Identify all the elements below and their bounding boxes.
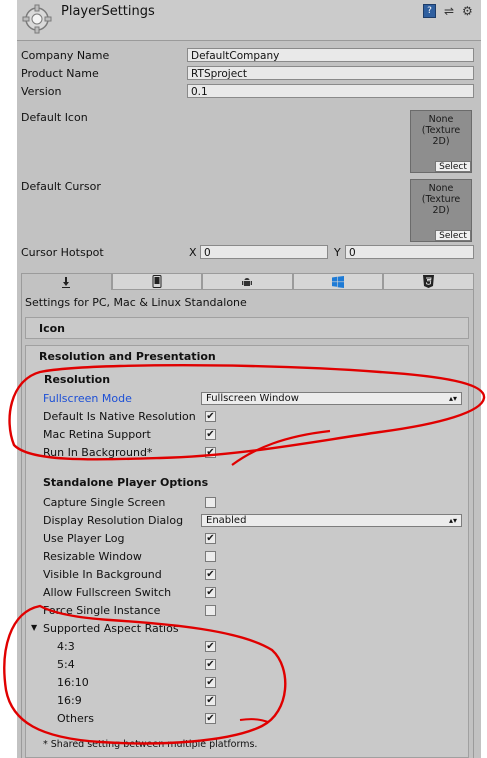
supported-aspect-ratios-label[interactable]: Supported Aspect Ratios [43, 622, 179, 635]
default-icon-texture-slot[interactable]: None (Texture 2D) Select [410, 110, 472, 173]
force-single-instance-checkbox[interactable] [205, 605, 216, 616]
aspect-4-3-label: 4:3 [57, 640, 75, 653]
aspect-16-9-label: 16:9 [57, 694, 82, 707]
force-single-instance-label: Force Single Instance [43, 604, 161, 617]
default-cursor-select-button[interactable]: Select [435, 230, 471, 241]
aspect-4-3-checkbox[interactable]: ✔ [205, 641, 216, 652]
aspect-5-4-checkbox[interactable]: ✔ [205, 659, 216, 670]
mobile-phone-icon [152, 275, 162, 288]
product-name-label: Product Name [21, 67, 99, 80]
display-resolution-dialog-label: Display Resolution Dialog [43, 514, 184, 527]
resolution-subsection-title: Resolution [44, 373, 111, 386]
shared-setting-footnote: * Shared setting between multiple platfo… [43, 739, 258, 750]
aspect-others-checkbox[interactable]: ✔ [205, 713, 216, 724]
foldout-arrow-icon[interactable]: ▼ [31, 623, 37, 632]
aspect-others-label: Others [57, 712, 94, 725]
icon-section[interactable]: Icon [25, 317, 469, 339]
tab-webgl[interactable] [383, 273, 474, 290]
tab-ios[interactable] [111, 273, 203, 290]
default-cursor-label: Default Cursor [21, 180, 101, 193]
capture-single-screen-label: Capture Single Screen [43, 496, 166, 509]
hotspot-x-label: X [189, 246, 197, 259]
aspect-16-9-checkbox[interactable]: ✔ [205, 695, 216, 706]
help-book-icon[interactable]: ? [423, 4, 436, 18]
tab-android[interactable] [202, 273, 293, 290]
aspect-16-10-checkbox[interactable]: ✔ [205, 677, 216, 688]
resizable-window-label: Resizable Window [43, 550, 142, 563]
hotspot-x-field[interactable]: 0 [200, 245, 328, 259]
player-settings-window: PlayerSettings ? ⇌ ⚙ Company Name Defaul… [17, 0, 481, 758]
presets-sliders-icon[interactable]: ⇌ [444, 4, 454, 18]
fullscreen-mode-value: Fullscreen Window [206, 393, 299, 404]
resolution-presentation-title[interactable]: Resolution and Presentation [39, 350, 216, 363]
default-cursor-texture-slot[interactable]: None (Texture 2D) Select [410, 179, 472, 242]
resizable-window-checkbox[interactable] [205, 551, 216, 562]
default-icon-select-button[interactable]: Select [435, 161, 471, 172]
cursor-hotspot-label: Cursor Hotspot [21, 246, 104, 259]
inspector-title: PlayerSettings [61, 4, 155, 19]
hotspot-y-field[interactable]: 0 [345, 245, 474, 259]
icon-section-title: Icon [39, 322, 66, 335]
version-label: Version [21, 85, 62, 98]
company-name-label: Company Name [21, 49, 110, 62]
display-resolution-dialog-value: Enabled [206, 515, 247, 526]
inspector-header: PlayerSettings ? ⇌ ⚙ [17, 0, 481, 41]
tab-standalone[interactable] [21, 273, 112, 290]
android-icon [242, 277, 253, 286]
visible-in-background-label: Visible In Background [43, 568, 162, 581]
company-name-field[interactable]: DefaultCompany [187, 48, 474, 62]
aspect-5-4-label: 5:4 [57, 658, 75, 671]
default-icon-label: Default Icon [21, 111, 88, 124]
fullscreen-mode-dropdown[interactable]: Fullscreen Window ▴▾ [201, 392, 462, 405]
product-name-field[interactable]: RTSproject [187, 66, 474, 80]
settings-for-title: Settings for PC, Mac & Linux Standalone [25, 296, 247, 309]
windows-icon [332, 275, 345, 288]
download-icon [62, 277, 71, 288]
dropdown-arrow-icon: ▴▾ [448, 394, 457, 403]
visible-in-background-checkbox[interactable]: ✔ [205, 569, 216, 580]
default-native-resolution-checkbox[interactable]: ✔ [205, 411, 216, 422]
allow-fullscreen-switch-checkbox[interactable]: ✔ [205, 587, 216, 598]
default-native-resolution-label: Default Is Native Resolution [43, 410, 196, 423]
hotspot-y-label: Y [334, 246, 341, 259]
allow-fullscreen-switch-label: Allow Fullscreen Switch [43, 586, 172, 599]
run-in-background-checkbox[interactable]: ✔ [205, 447, 216, 458]
fullscreen-mode-label: Fullscreen Mode [43, 392, 132, 405]
mac-retina-support-checkbox[interactable]: ✔ [205, 429, 216, 440]
aspect-16-10-label: 16:10 [57, 676, 89, 689]
run-in-background-label: Run In Background* [43, 446, 153, 459]
tab-windows-store[interactable] [292, 273, 384, 290]
use-player-log-label: Use Player Log [43, 532, 125, 545]
mac-retina-support-label: Mac Retina Support [43, 428, 151, 441]
player-settings-gear-icon [22, 4, 52, 34]
use-player-log-checkbox[interactable]: ✔ [205, 533, 216, 544]
dropdown-arrow-icon: ▴▾ [448, 516, 457, 525]
texture-none-text: None (Texture 2D) [421, 183, 461, 216]
html5-icon [423, 275, 435, 288]
capture-single-screen-checkbox[interactable] [205, 497, 216, 508]
display-resolution-dialog-dropdown[interactable]: Enabled ▴▾ [201, 514, 462, 527]
texture-none-text: None (Texture 2D) [421, 114, 461, 147]
platform-tabs [21, 273, 474, 290]
gear-icon[interactable]: ⚙ [462, 4, 473, 18]
version-field[interactable]: 0.1 [187, 84, 474, 98]
standalone-options-title: Standalone Player Options [43, 476, 209, 489]
